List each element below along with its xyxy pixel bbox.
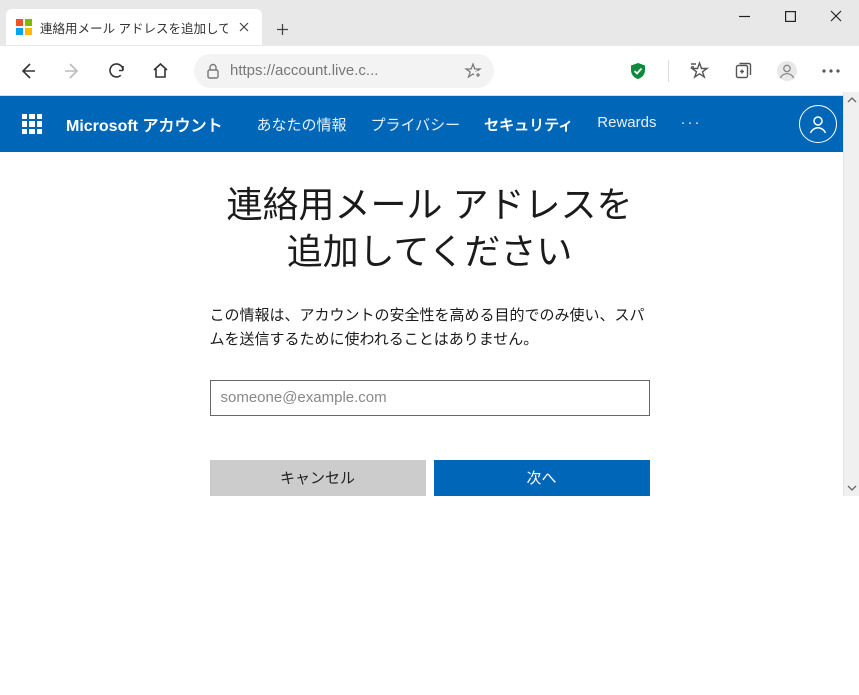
- account-avatar[interactable]: [799, 105, 837, 143]
- brand-label[interactable]: Microsoft アカウント: [66, 112, 222, 136]
- scroll-down-icon[interactable]: [844, 480, 859, 496]
- back-button[interactable]: [8, 51, 48, 91]
- page-description: この情報は、アカウントの安全性を高める目的でのみ使い、スパムを送信するために使わ…: [210, 304, 650, 352]
- tab-title: 連絡用メール アドレスを追加してくださ: [40, 18, 228, 37]
- email-input[interactable]: [210, 380, 650, 416]
- ms-favicon: [16, 19, 32, 35]
- nav-item-more[interactable]: ···: [680, 114, 701, 135]
- address-text: https://account.live.c...: [230, 62, 454, 79]
- favorites-button[interactable]: [679, 51, 719, 91]
- address-bar[interactable]: https://account.live.c...: [194, 54, 494, 88]
- profile-button[interactable]: [767, 51, 807, 91]
- window-close-button[interactable]: [813, 0, 859, 32]
- home-button[interactable]: [140, 51, 180, 91]
- security-shield-icon[interactable]: [618, 51, 658, 91]
- browser-toolbar: https://account.live.c...: [0, 46, 859, 96]
- browser-tab[interactable]: 連絡用メール アドレスを追加してくださ: [6, 9, 262, 45]
- ms-account-nav: Microsoft アカウント あなたの情報 プライバシー セキュリティ Rew…: [0, 96, 859, 152]
- forward-button[interactable]: [52, 51, 92, 91]
- scroll-up-icon[interactable]: [844, 92, 859, 108]
- app-launcher-icon[interactable]: [22, 114, 42, 134]
- nav-item-security[interactable]: セキュリティ: [484, 114, 573, 135]
- menu-button[interactable]: [811, 51, 851, 91]
- window-maximize-button[interactable]: [767, 0, 813, 32]
- next-button[interactable]: 次へ: [434, 460, 650, 496]
- nav-item-rewards[interactable]: Rewards: [597, 114, 656, 135]
- page-title: 連絡用メール アドレスを追加してください: [210, 182, 650, 276]
- vertical-scrollbar[interactable]: [843, 92, 859, 496]
- tab-close-icon[interactable]: [236, 19, 252, 35]
- new-tab-button[interactable]: [266, 13, 298, 45]
- nav-items: あなたの情報 プライバシー セキュリティ Rewards ···: [256, 114, 701, 135]
- window-titlebar: 連絡用メール アドレスを追加してくださ: [0, 0, 859, 46]
- favorite-add-icon[interactable]: [464, 62, 482, 80]
- nav-item-info[interactable]: あなたの情報: [256, 114, 346, 135]
- nav-item-privacy[interactable]: プライバシー: [370, 114, 460, 135]
- collections-button[interactable]: [723, 51, 763, 91]
- window-minimize-button[interactable]: [721, 0, 767, 32]
- cancel-button[interactable]: キャンセル: [210, 460, 426, 496]
- refresh-button[interactable]: [96, 51, 136, 91]
- main-content: 連絡用メール アドレスを追加してください この情報は、アカウントの安全性を高める…: [0, 152, 859, 496]
- lock-icon: [206, 63, 220, 79]
